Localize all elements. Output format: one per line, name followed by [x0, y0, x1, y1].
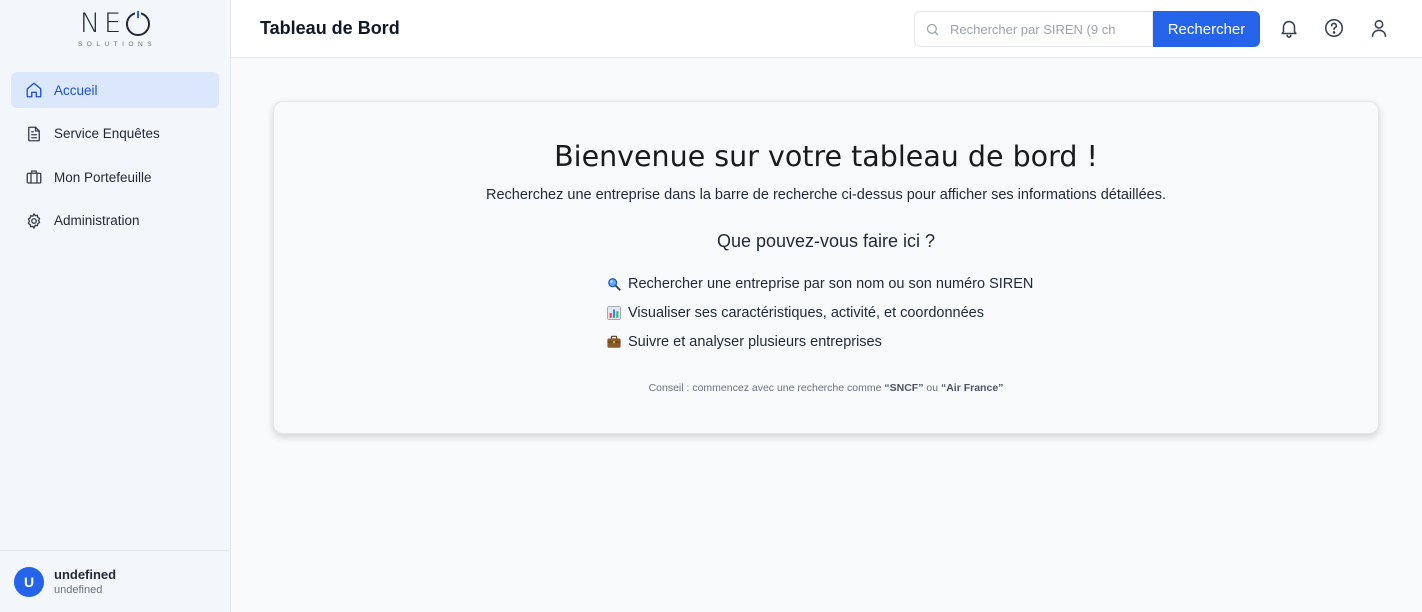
- logo-subtitle: SOLUTIONS: [77, 41, 157, 48]
- search-tip: Conseil : commencez avec une recherche c…: [648, 382, 1004, 394]
- search-box[interactable]: [914, 11, 1153, 47]
- sidebar-item-label: Service Enquêtes: [54, 126, 160, 141]
- sidebar-item-accueil[interactable]: Accueil: [11, 72, 219, 108]
- user-icon[interactable]: [1368, 17, 1390, 39]
- sidebar-nav: Accueil Service Enquêtes Mon Portefeuill…: [0, 58, 230, 239]
- features-heading: Que pouvez-vous faire ici ?: [716, 231, 936, 251]
- welcome-card: Bienvenue sur votre tableau de bord ! Re…: [273, 101, 1379, 434]
- sidebar-item-portefeuille[interactable]: Mon Portefeuille: [11, 159, 219, 195]
- sidebar: NE SOLUTIONS Accueil Service Enquêtes Mo…: [0, 0, 231, 612]
- list-item: Rechercher une entreprise par son nom ou…: [606, 269, 1033, 298]
- briefcase-emoji-icon: [607, 335, 621, 348]
- magnifier-emoji-icon: [608, 277, 621, 291]
- search-input[interactable]: [950, 21, 1145, 37]
- top-header: Tableau de Bord Rechercher: [231, 0, 1422, 58]
- tip-example-sncf: “SNCF”: [884, 382, 924, 394]
- file-text-icon: [28, 126, 40, 141]
- power-icon: [126, 10, 151, 36]
- sidebar-item-label: Administration: [54, 213, 140, 228]
- welcome-description: Recherchez une entreprise dans la barre …: [486, 187, 1166, 203]
- sidebar-item-service-enquetes[interactable]: Service Enquêtes: [11, 116, 219, 152]
- list-item: Suivre et analyser plusieurs entreprises: [606, 327, 1033, 356]
- sidebar-item-administration[interactable]: Administration: [11, 203, 219, 239]
- user-profile[interactable]: U undefined undefined: [0, 550, 230, 612]
- welcome-title: Bienvenue sur votre tableau de bord !: [554, 140, 1098, 173]
- home-icon: [26, 82, 42, 98]
- search-button[interactable]: Rechercher: [1153, 11, 1260, 47]
- page-title: Tableau de Bord: [260, 18, 400, 38]
- list-item: Visualiser ses caractéristiques, activit…: [606, 298, 1033, 327]
- logo-wordmark: NE: [79, 8, 126, 39]
- search-icon: [926, 23, 939, 35]
- help-circle-icon[interactable]: [1323, 17, 1345, 39]
- user-name: undefined: [54, 567, 117, 582]
- neo-logo[interactable]: NE SOLUTIONS: [0, 0, 230, 58]
- sidebar-item-label: Accueil: [54, 82, 98, 98]
- bell-icon[interactable]: [1278, 17, 1300, 39]
- features-list: Rechercher une entreprise par son nom ou…: [606, 269, 1033, 356]
- briefcase-icon: [26, 170, 42, 184]
- avatar: U: [14, 566, 44, 597]
- tip-example-air-france: “Air France”: [940, 382, 1004, 394]
- user-subtitle: undefined: [54, 584, 103, 596]
- bar-chart-emoji-icon: [607, 305, 621, 320]
- gear-icon: [27, 212, 41, 229]
- sidebar-item-label: Mon Portefeuille: [54, 169, 152, 185]
